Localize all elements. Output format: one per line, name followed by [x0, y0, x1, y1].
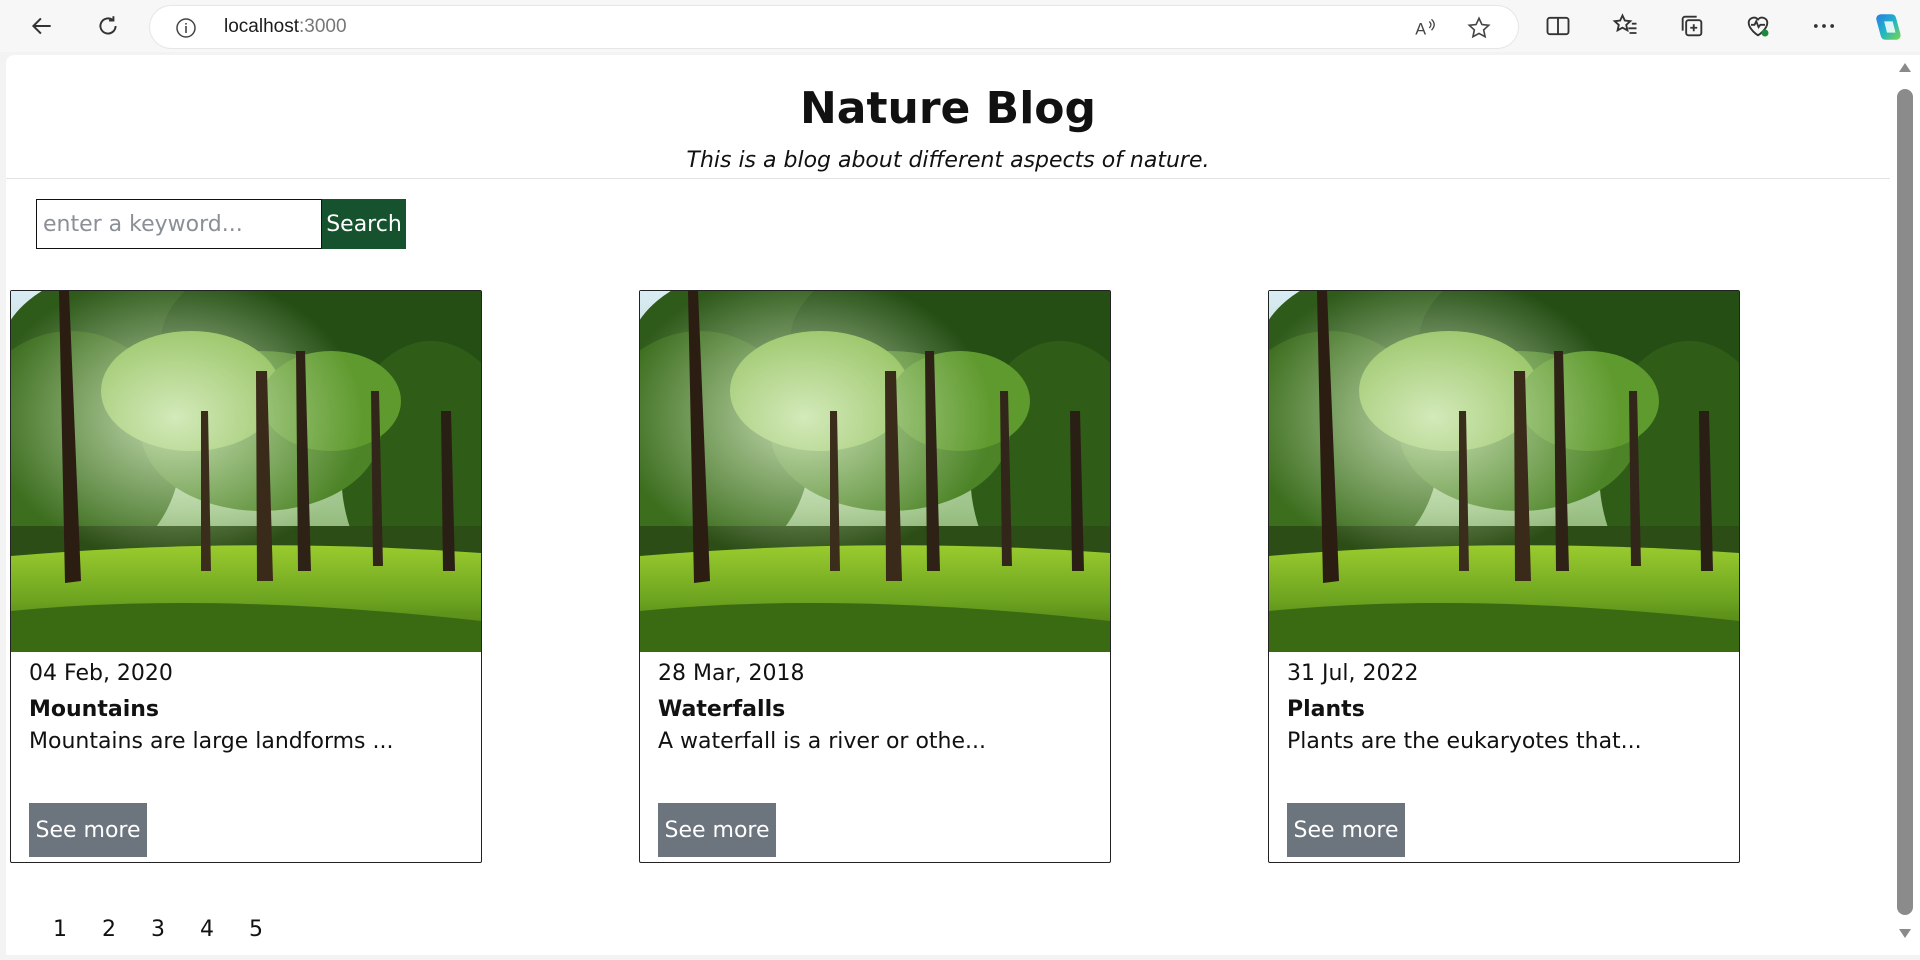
copilot-icon[interactable]	[1870, 10, 1904, 44]
post-card: 04 Feb, 2020 Mountains Mountains are lar…	[10, 290, 482, 863]
search-button[interactable]: Search	[322, 199, 406, 249]
address-bar[interactable]: localhost:3000 A	[150, 6, 1518, 48]
page-link[interactable]: 5	[244, 917, 268, 942]
site-header: Nature Blog This is a blog about differe…	[6, 55, 1890, 179]
post-excerpt: Plants are the eukaryotes that...	[1287, 729, 1642, 754]
svg-text:A: A	[1415, 21, 1426, 39]
post-card: 31 Jul, 2022 Plants Plants are the eukar…	[1268, 290, 1740, 863]
page-link[interactable]: 4	[195, 917, 219, 942]
page-link[interactable]: 2	[97, 917, 121, 942]
read-aloud-icon[interactable]: A	[1412, 15, 1438, 41]
see-more-button[interactable]: See more	[29, 803, 147, 857]
post-date: 28 Mar, 2018	[658, 661, 805, 686]
page-link[interactable]: 1	[48, 917, 72, 942]
browser-essentials-icon[interactable]	[1744, 12, 1772, 40]
post-image	[11, 291, 481, 652]
post-title: Plants	[1287, 697, 1365, 722]
scrollbar-thumb[interactable]	[1897, 89, 1913, 915]
page-title: Nature Blog	[799, 83, 1097, 134]
more-options-icon[interactable]	[1810, 12, 1838, 40]
scroll-up-arrow-icon[interactable]	[1899, 63, 1911, 72]
see-more-button[interactable]: See more	[1287, 803, 1405, 857]
favorite-star-icon[interactable]	[1466, 15, 1492, 41]
post-date: 31 Jul, 2022	[1287, 661, 1419, 686]
post-title: Mountains	[29, 697, 159, 722]
collections-icon[interactable]	[1678, 12, 1706, 40]
scroll-down-arrow-icon[interactable]	[1899, 929, 1911, 938]
page-viewport: Nature Blog This is a blog about differe…	[6, 55, 1890, 955]
post-excerpt: A waterfall is a river or othe...	[658, 729, 987, 754]
see-more-button[interactable]: See more	[658, 803, 776, 857]
site-info-icon[interactable]	[174, 16, 198, 40]
post-image	[640, 291, 1110, 652]
refresh-icon[interactable]	[90, 8, 126, 44]
post-excerpt: Mountains are large landforms ...	[29, 729, 394, 754]
post-title: Waterfalls	[658, 697, 786, 722]
post-card: 28 Mar, 2018 Waterfalls A waterfall is a…	[639, 290, 1111, 863]
url-text: localhost:3000	[224, 16, 347, 37]
back-icon[interactable]	[24, 8, 60, 44]
favorites-icon[interactable]	[1612, 12, 1640, 40]
page-subtitle: This is a blog about different aspects o…	[686, 148, 1210, 173]
vertical-scrollbar[interactable]	[1890, 55, 1920, 955]
page-link[interactable]: 3	[146, 917, 170, 942]
split-screen-icon[interactable]	[1544, 12, 1572, 40]
post-image	[1269, 291, 1739, 652]
post-date: 04 Feb, 2020	[29, 661, 173, 686]
browser-toolbar: localhost:3000 A	[0, 0, 1920, 52]
search-input[interactable]	[36, 199, 322, 249]
